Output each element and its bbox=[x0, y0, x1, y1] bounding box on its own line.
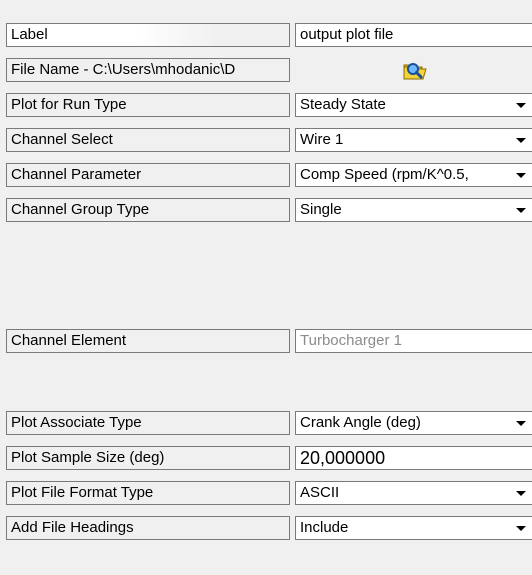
channel-parameter-value: Comp Speed (rpm/K^0.5, bbox=[300, 166, 469, 183]
plot-file-format-value: ASCII bbox=[300, 484, 340, 501]
row-channel-select: Channel Select Wire 1 bbox=[0, 123, 532, 158]
chevron-down-icon[interactable] bbox=[514, 171, 528, 180]
plot-associate-type-label: Plot Associate Type bbox=[6, 411, 290, 435]
add-file-headings-select[interactable]: Include bbox=[295, 516, 532, 540]
channel-element-field: Turbocharger 1 bbox=[295, 329, 532, 353]
channel-group-type-select[interactable]: Single bbox=[295, 198, 532, 222]
plot-associate-type-value: Crank Angle (deg) bbox=[300, 414, 421, 431]
row-file-name: File Name - C:\Users\mhodanic\D bbox=[0, 53, 532, 88]
chevron-down-icon[interactable] bbox=[514, 489, 528, 498]
channel-parameter-label: Channel Parameter bbox=[6, 163, 290, 187]
row-add-file-headings: Add File Headings Include bbox=[0, 511, 532, 546]
plot-file-format-select[interactable]: ASCII bbox=[295, 481, 532, 505]
plot-run-type-label: Plot for Run Type bbox=[6, 93, 290, 117]
row-plot-file-format: Plot File Format Type ASCII bbox=[0, 476, 532, 511]
plot-run-type-value: Steady State bbox=[300, 96, 386, 113]
plot-sample-size-input[interactable]: 20,000000 bbox=[295, 446, 532, 470]
channel-group-type-value: Single bbox=[300, 201, 342, 218]
channel-element-label: Channel Element bbox=[6, 329, 290, 353]
chevron-down-icon[interactable] bbox=[514, 206, 528, 215]
chevron-down-icon[interactable] bbox=[514, 136, 528, 145]
row-plot-sample-size: Plot Sample Size (deg) 20,000000 bbox=[0, 441, 532, 476]
channel-select-label: Channel Select bbox=[6, 128, 290, 152]
row-channel-element: Channel Element Turbocharger 1 bbox=[0, 324, 532, 359]
channel-select-value: Wire 1 bbox=[300, 131, 344, 148]
chevron-down-icon[interactable] bbox=[514, 101, 528, 110]
file-name-label: File Name - C:\Users\mhodanic\D bbox=[6, 58, 290, 82]
channel-group-type-label: Channel Group Type bbox=[6, 198, 290, 222]
channel-select-select[interactable]: Wire 1 bbox=[295, 128, 532, 152]
add-file-headings-label: Add File Headings bbox=[6, 516, 290, 540]
plot-sample-size-label: Plot Sample Size (deg) bbox=[6, 446, 290, 470]
plot-associate-type-select[interactable]: Crank Angle (deg) bbox=[295, 411, 532, 435]
row-channel-group-type: Channel Group Type Single bbox=[0, 193, 532, 228]
chevron-down-icon[interactable] bbox=[514, 524, 528, 533]
row-plot-associate-type: Plot Associate Type Crank Angle (deg) bbox=[0, 406, 532, 441]
chevron-down-icon[interactable] bbox=[514, 419, 528, 428]
row-plot-run-type: Plot for Run Type Steady State bbox=[0, 88, 532, 123]
plot-file-format-label: Plot File Format Type bbox=[6, 481, 290, 505]
channel-parameter-select[interactable]: Comp Speed (rpm/K^0.5, bbox=[295, 163, 532, 187]
add-file-headings-value: Include bbox=[300, 519, 349, 536]
row-label: Label output plot file bbox=[0, 18, 532, 53]
label-input[interactable]: output plot file bbox=[295, 23, 532, 47]
folder-search-icon[interactable] bbox=[401, 60, 429, 82]
label-label: Label bbox=[6, 23, 290, 47]
plot-run-type-select[interactable]: Steady State bbox=[295, 93, 532, 117]
row-channel-parameter: Channel Parameter Comp Speed (rpm/K^0.5, bbox=[0, 158, 532, 193]
